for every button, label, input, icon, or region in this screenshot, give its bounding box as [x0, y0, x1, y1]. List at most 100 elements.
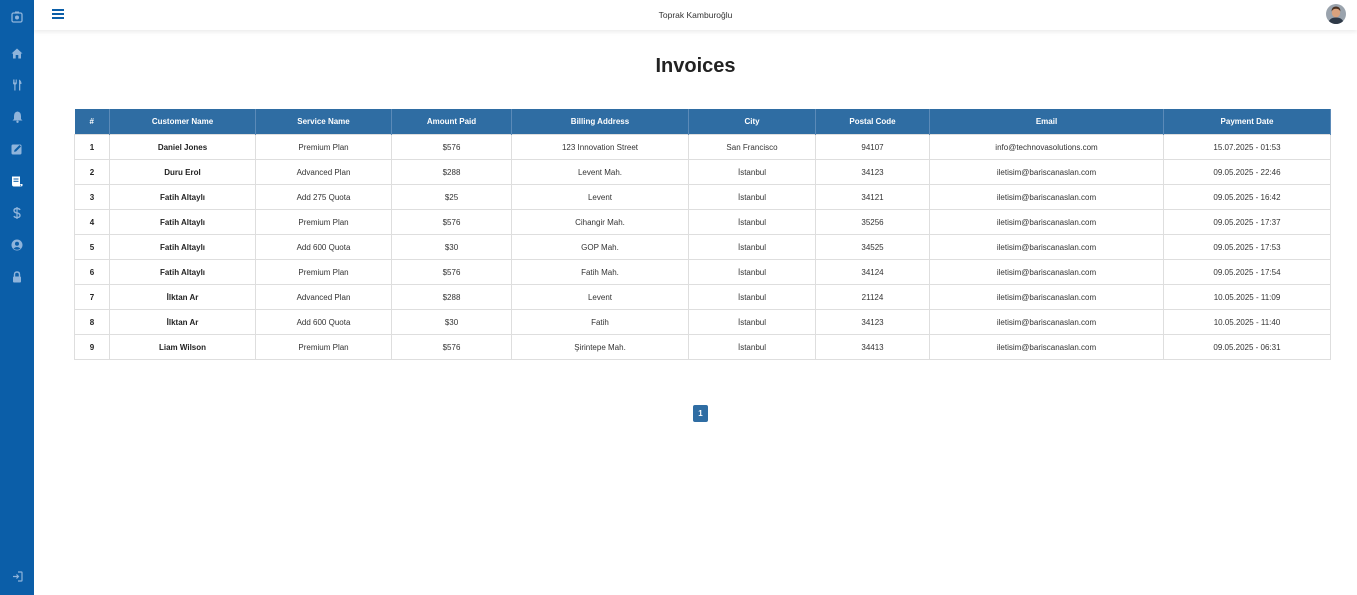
- table-row: 8 İlktan Ar Add 600 Quota $30 Fatih İstanbul 3…: [74, 309, 1331, 335]
- cell-payment-date: 15.07.2025 - 01:53: [1163, 134, 1331, 160]
- cell-payment-date: 10.05.2025 - 11:09: [1163, 284, 1331, 310]
- column-header-email[interactable]: Email: [929, 109, 1164, 135]
- cell-amount-paid: $576: [391, 334, 512, 360]
- cell-billing-address: Cihangir Mah.: [511, 209, 689, 235]
- logo-icon[interactable]: [0, 9, 34, 25]
- column-header-amount-paid[interactable]: Amount Paid: [391, 109, 512, 135]
- table-row: 4 Fatih Altaylı Premium Plan $576 Cihangir M…: [74, 209, 1331, 235]
- cell-number: 5: [74, 234, 110, 260]
- cell-email: iletisim@bariscanaslan.com: [929, 234, 1164, 260]
- cell-payment-date: 09.05.2025 - 17:53: [1163, 234, 1331, 260]
- cell-service-name: Add 275 Quota: [255, 184, 392, 210]
- cell-email: iletisim@bariscanaslan.com: [929, 159, 1164, 185]
- cell-billing-address: Fatih Mah.: [511, 259, 689, 285]
- table-row: 9 Liam Wilson Premium Plan $576 Şirintepe Ma…: [74, 334, 1331, 360]
- cell-city: İstanbul: [688, 184, 816, 210]
- invoices-table: # Customer Name Service Name Amount Paid…: [74, 109, 1331, 360]
- cell-postal-code: 34123: [815, 309, 930, 335]
- sign-out-icon[interactable]: [0, 568, 34, 584]
- cell-billing-address: Levent: [511, 284, 689, 310]
- column-header-number[interactable]: #: [74, 109, 110, 135]
- edit-icon[interactable]: [0, 141, 34, 157]
- cell-number: 9: [74, 334, 110, 360]
- cell-customer-name: Fatih Altaylı: [109, 209, 256, 235]
- user-circle-icon[interactable]: [0, 237, 34, 253]
- cell-email: iletisim@bariscanaslan.com: [929, 334, 1164, 360]
- column-header-service-name[interactable]: Service Name: [255, 109, 392, 135]
- home-icon[interactable]: [0, 45, 34, 61]
- cell-postal-code: 34124: [815, 259, 930, 285]
- table-row: 6 Fatih Altaylı Premium Plan $576 Fatih Mah.…: [74, 259, 1331, 285]
- cell-customer-name: İlktan Ar: [109, 284, 256, 310]
- cell-amount-paid: $30: [391, 309, 512, 335]
- sidebar: [0, 0, 34, 595]
- cell-service-name: Add 600 Quota: [255, 309, 392, 335]
- cell-payment-date: 10.05.2025 - 11:40: [1163, 309, 1331, 335]
- cell-postal-code: 34413: [815, 334, 930, 360]
- cell-postal-code: 34525: [815, 234, 930, 260]
- cell-payment-date: 09.05.2025 - 16:42: [1163, 184, 1331, 210]
- cell-postal-code: 21124: [815, 284, 930, 310]
- dollar-icon[interactable]: [0, 205, 34, 221]
- cell-city: San Francisco: [688, 134, 816, 160]
- cell-email: info@technovasolutions.com: [929, 134, 1164, 160]
- page-1-button[interactable]: 1: [693, 405, 708, 422]
- cell-customer-name: Liam Wilson: [109, 334, 256, 360]
- cell-city: İstanbul: [688, 159, 816, 185]
- cell-billing-address: 123 Innovation Street: [511, 134, 689, 160]
- cell-service-name: Advanced Plan: [255, 159, 392, 185]
- cell-postal-code: 35256: [815, 209, 930, 235]
- cell-email: iletisim@bariscanaslan.com: [929, 284, 1164, 310]
- cell-city: İstanbul: [688, 284, 816, 310]
- cell-city: İstanbul: [688, 209, 816, 235]
- cell-amount-paid: $576: [391, 209, 512, 235]
- top-bar: Toprak Kamburoğlu: [34, 0, 1357, 30]
- cell-service-name: Premium Plan: [255, 259, 392, 285]
- column-header-postal-code[interactable]: Postal Code: [815, 109, 930, 135]
- table-row: 5 Fatih Altaylı Add 600 Quota $30 GOP Mah. İs…: [74, 234, 1331, 260]
- cell-payment-date: 09.05.2025 - 06:31: [1163, 334, 1331, 360]
- user-name: Toprak Kamburoğlu: [658, 10, 733, 20]
- invoice-icon[interactable]: [0, 173, 34, 189]
- utensils-icon[interactable]: [0, 77, 34, 93]
- cell-amount-paid: $288: [391, 159, 512, 185]
- cell-billing-address: Levent: [511, 184, 689, 210]
- cell-email: iletisim@bariscanaslan.com: [929, 184, 1164, 210]
- cell-customer-name: Daniel Jones: [109, 134, 256, 160]
- cell-number: 3: [74, 184, 110, 210]
- column-header-city[interactable]: City: [688, 109, 816, 135]
- cell-billing-address: Şirintepe Mah.: [511, 334, 689, 360]
- cell-number: 6: [74, 259, 110, 285]
- cell-amount-paid: $30: [391, 234, 512, 260]
- cell-service-name: Premium Plan: [255, 209, 392, 235]
- cell-service-name: Premium Plan: [255, 334, 392, 360]
- cell-email: iletisim@bariscanaslan.com: [929, 309, 1164, 335]
- bell-icon[interactable]: [0, 109, 34, 125]
- lock-icon[interactable]: [0, 269, 34, 285]
- column-header-billing-address[interactable]: Billing Address: [511, 109, 689, 135]
- cell-amount-paid: $576: [391, 259, 512, 285]
- column-header-payment-date[interactable]: Payment Date: [1163, 109, 1331, 135]
- cell-number: 7: [74, 284, 110, 310]
- table-row: 1 Daniel Jones Premium Plan $576 123 Innovat…: [74, 134, 1331, 160]
- avatar[interactable]: [1326, 4, 1346, 24]
- cell-city: İstanbul: [688, 234, 816, 260]
- cell-customer-name: Fatih Altaylı: [109, 234, 256, 260]
- cell-postal-code: 34121: [815, 184, 930, 210]
- cell-customer-name: Fatih Altaylı: [109, 184, 256, 210]
- cell-amount-paid: $25: [391, 184, 512, 210]
- cell-city: İstanbul: [688, 334, 816, 360]
- cell-email: iletisim@bariscanaslan.com: [929, 209, 1164, 235]
- table-row: 3 Fatih Altaylı Add 275 Quota $25 Levent İsta…: [74, 184, 1331, 210]
- table-header-row: # Customer Name Service Name Amount Paid…: [74, 109, 1331, 135]
- cell-number: 8: [74, 309, 110, 335]
- cell-customer-name: İlktan Ar: [109, 309, 256, 335]
- cell-number: 4: [74, 209, 110, 235]
- cell-customer-name: Fatih Altaylı: [109, 259, 256, 285]
- cell-billing-address: GOP Mah.: [511, 234, 689, 260]
- cell-city: İstanbul: [688, 309, 816, 335]
- cell-postal-code: 94107: [815, 134, 930, 160]
- column-header-customer-name[interactable]: Customer Name: [109, 109, 256, 135]
- page-title: Invoices: [655, 55, 736, 77]
- cell-amount-paid: $288: [391, 284, 512, 310]
